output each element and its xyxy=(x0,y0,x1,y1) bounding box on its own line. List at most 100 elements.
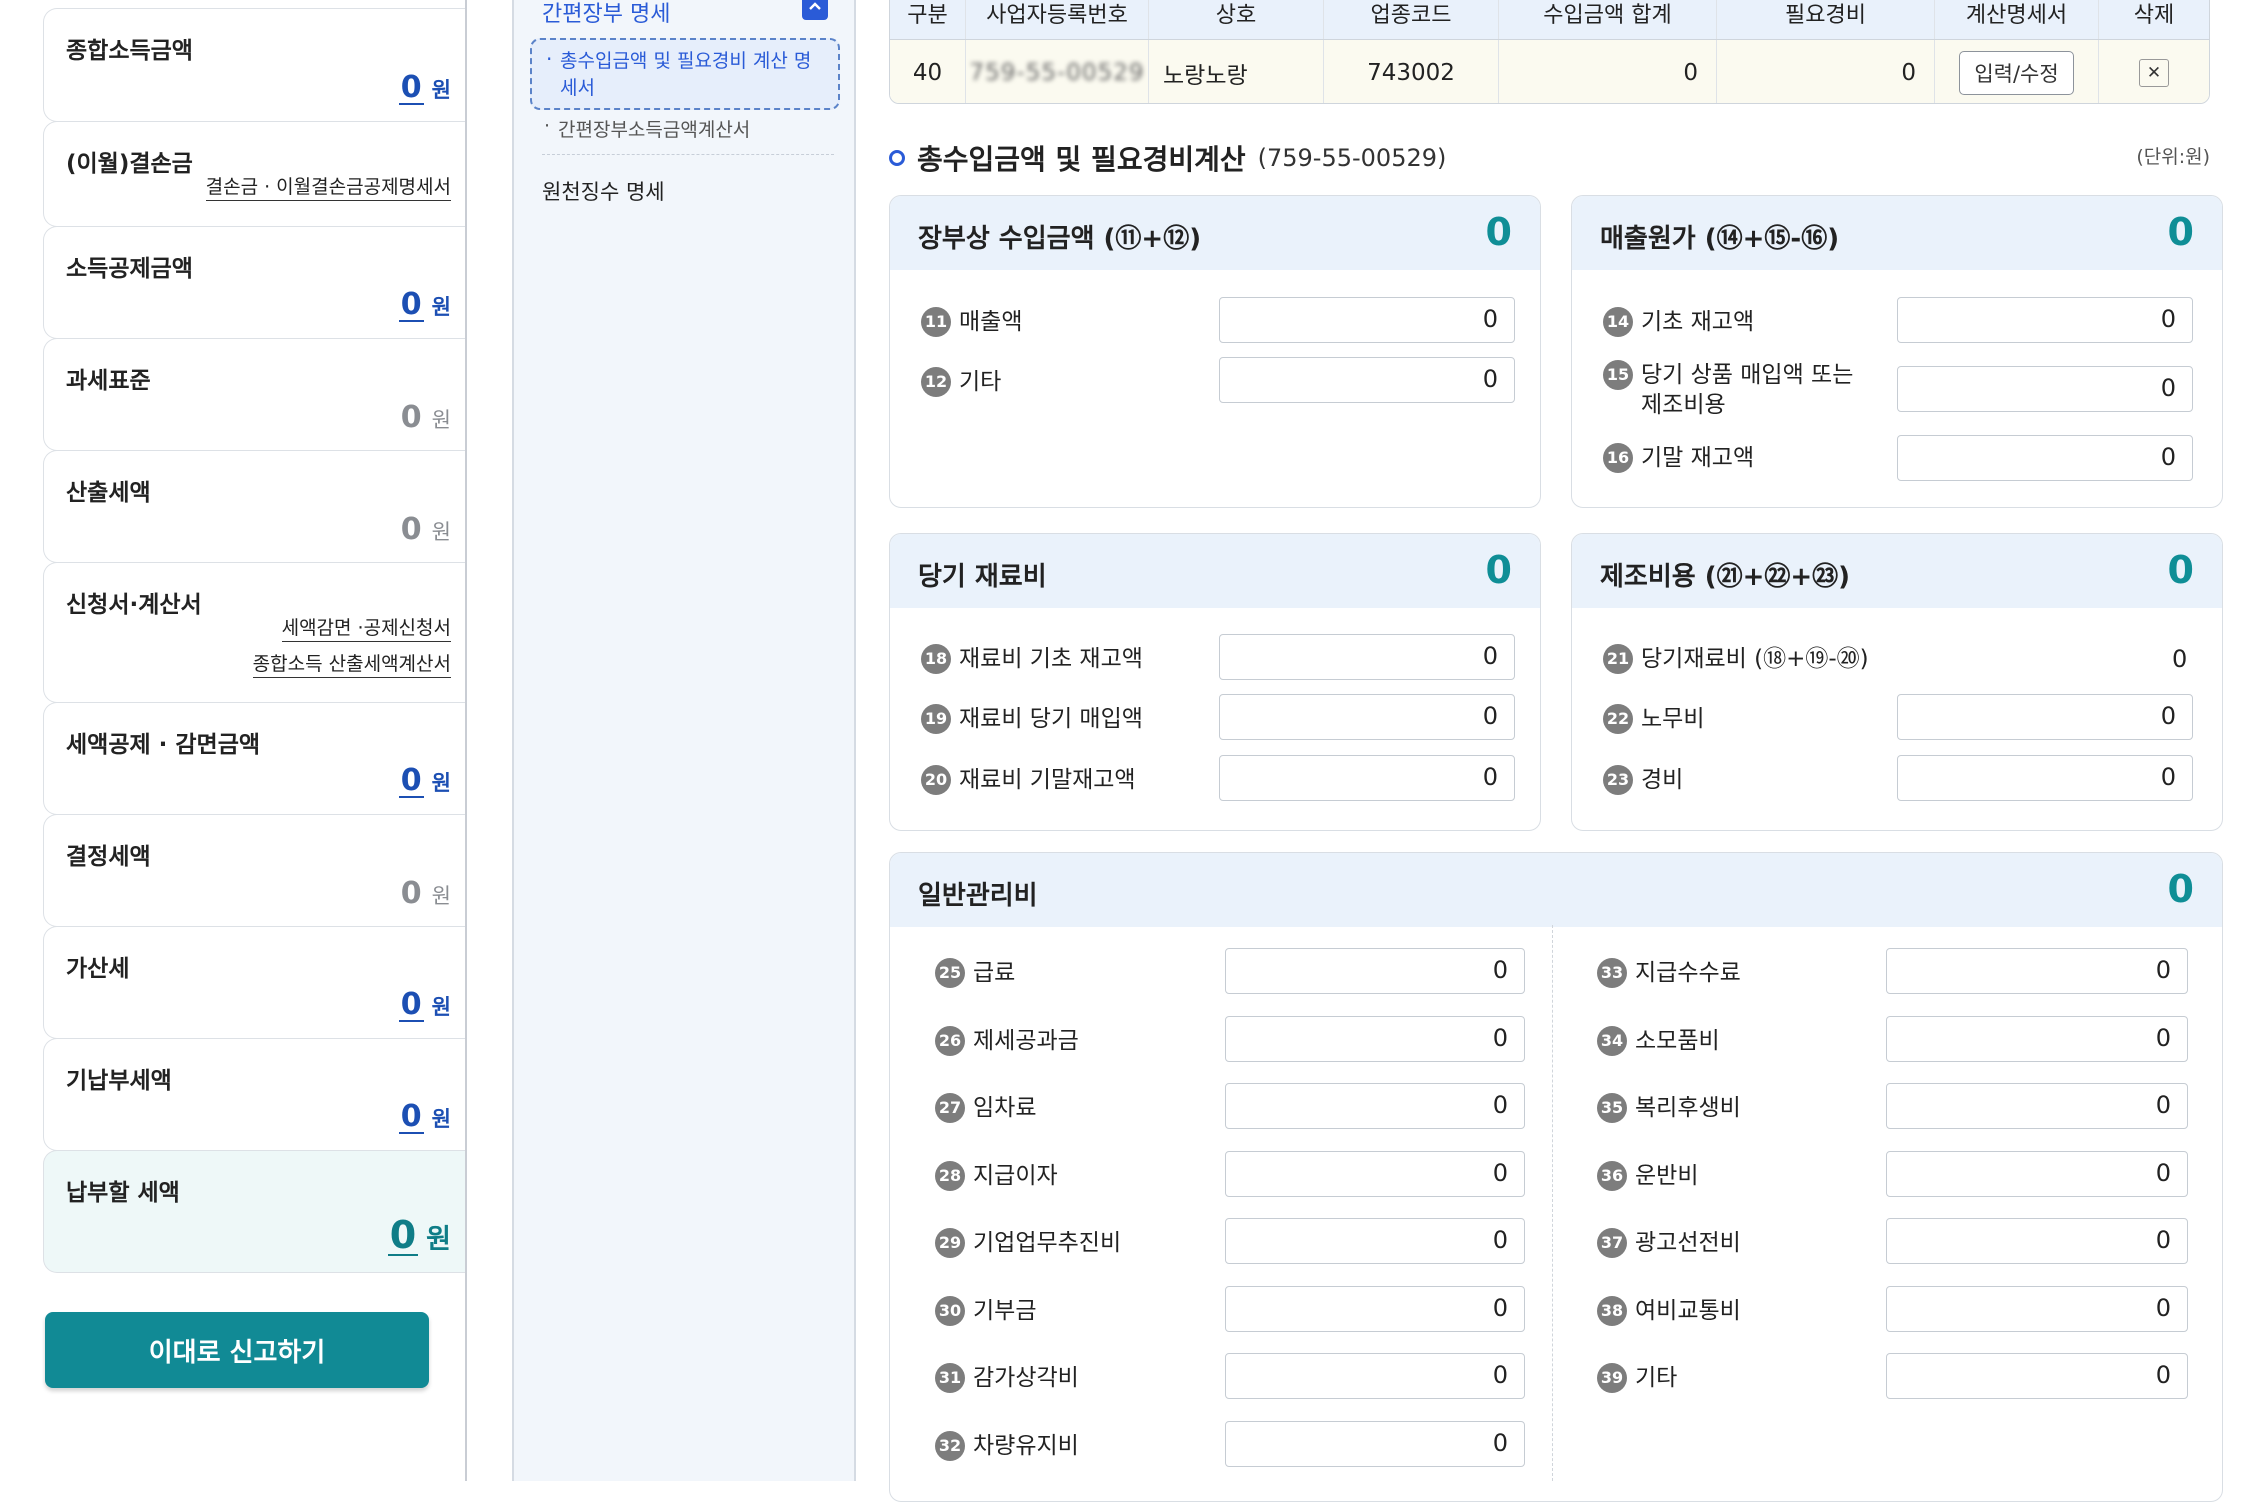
summary-label: 가산세 xyxy=(66,956,130,982)
loss-statement-link[interactable]: 결손금 · 이월결손금공제명세서 xyxy=(205,176,451,201)
unit-label: 원 xyxy=(431,408,451,432)
row-label-depreciation: 31 감가상각비 xyxy=(935,1363,1079,1393)
row-label-labor: 22 노무비 xyxy=(1603,704,1704,734)
tax-base-value: 0 xyxy=(400,400,422,435)
number-badge: 39 xyxy=(1597,1363,1627,1393)
nav-section-header[interactable]: 간편장부 명세 xyxy=(542,0,670,28)
material-ending-input[interactable]: 0 xyxy=(1219,755,1515,801)
salary-input[interactable]: 0 xyxy=(1225,948,1525,994)
unit-label: 원 xyxy=(431,1107,451,1131)
column-header: 계산명세서 xyxy=(1935,0,2099,39)
vehicle-input[interactable]: 0 xyxy=(1225,1421,1525,1467)
welfare-input[interactable]: 0 xyxy=(1886,1083,2188,1129)
nav-item-simple-book-income[interactable]: 간편장부소득금액계산서 xyxy=(544,115,750,142)
taxes-dues-input[interactable]: 0 xyxy=(1225,1016,1525,1062)
fees-input[interactable]: 0 xyxy=(1886,948,2188,994)
nav-item-withholding[interactable]: 원천징수 명세 xyxy=(542,176,665,206)
card-total: 0 xyxy=(1485,210,1512,254)
submit-report-button[interactable]: 이대로 신고하기 xyxy=(45,1312,429,1388)
row-label-rent: 27 임차료 xyxy=(935,1093,1036,1123)
close-icon[interactable]: ✕ xyxy=(2139,58,2169,87)
tax-credit-value[interactable]: 0 xyxy=(398,766,424,798)
number-badge: 25 xyxy=(935,958,965,988)
summary-label: 산출세액 xyxy=(66,480,151,506)
label-text: 급료 xyxy=(973,960,1016,986)
label-text: 매출액 xyxy=(959,309,1023,335)
labor-input[interactable]: 0 xyxy=(1897,694,2193,740)
row-label-beginning-inventory: 14 기초 재고액 xyxy=(1603,307,1754,337)
nav-item-income-expense-statement[interactable]: 총수입금액 및 필요경비 계산 명세서 xyxy=(530,38,840,110)
summary-label: 소득공제금액 xyxy=(66,256,193,282)
column-header: 사업자등록번호 xyxy=(966,0,1149,39)
card-header: 당기 재료비 0 xyxy=(890,534,1540,608)
summary-label: (이월)결손금 xyxy=(66,151,193,177)
purchases-input[interactable]: 0 xyxy=(1897,366,2193,412)
total-income-value[interactable]: 0 xyxy=(398,73,424,105)
summary-label: 납부할 세액 xyxy=(66,1180,180,1206)
row-label-ending-inventory: 16 기말 재고액 xyxy=(1603,443,1754,473)
depreciation-input[interactable]: 0 xyxy=(1225,1353,1525,1399)
ending-inventory-input[interactable]: 0 xyxy=(1897,435,2193,481)
calculated-tax-statement-link[interactable]: 종합소득 산출세액계산서 xyxy=(252,653,451,678)
label-text: 기부금 xyxy=(973,1298,1037,1324)
beginning-inventory-input[interactable]: 0 xyxy=(1897,297,2193,343)
summary-label: 신청서·계산서 xyxy=(66,592,202,618)
row-statement: 입력/수정 xyxy=(1935,40,2099,103)
current-materials-value: 0 xyxy=(2172,645,2188,673)
column-header: 삭제 xyxy=(2133,3,2175,28)
summary-income-deduction: 소득공제금액 0 원 xyxy=(43,226,465,339)
card-header: 제조비용 (㉑+㉒+㉓) 0 xyxy=(1572,534,2222,608)
income-deduction-value[interactable]: 0 xyxy=(398,290,424,322)
summary-loss: (이월)결손금 결손금 · 이월결손금공제명세서 xyxy=(43,121,465,227)
tax-reduction-form-link[interactable]: 세액감면 ·공제신청서 xyxy=(281,617,451,642)
label-text: 여비교통비 xyxy=(1635,1298,1741,1324)
column-divider xyxy=(1552,925,1553,1481)
number-badge: 37 xyxy=(1597,1228,1627,1258)
advertising-input[interactable]: 0 xyxy=(1886,1218,2188,1264)
material-purchase-input[interactable]: 0 xyxy=(1219,694,1515,740)
label-text: 노무비 xyxy=(1641,706,1705,732)
label-text: 당기재료비 (⑱+⑲-⑳) xyxy=(1641,646,1869,672)
number-badge: 38 xyxy=(1597,1296,1627,1326)
rent-input[interactable]: 0 xyxy=(1225,1083,1525,1129)
row-label-sales: 11 매출액 xyxy=(921,307,1022,337)
row-label-welfare: 35 복리후생비 xyxy=(1597,1093,1741,1123)
chevron-up-icon[interactable] xyxy=(802,0,828,20)
summary-value: 0 원 xyxy=(399,515,451,546)
card-title: 제조비용 (㉑+㉒+㉓) xyxy=(1600,562,1851,592)
row-business-name: 노랑노랑 xyxy=(1149,40,1324,103)
other-income-input[interactable]: 0 xyxy=(1219,357,1515,403)
row-label-purchases: 15 당기 상품 매입액 또는 제조비용 xyxy=(1603,360,1853,420)
sales-input[interactable]: 0 xyxy=(1219,297,1515,343)
row-label-freight: 36 운반비 xyxy=(1597,1161,1698,1191)
summary-tax-credit: 세액공제 · 감면금액 0 원 xyxy=(43,702,465,815)
row-label-salary: 25 급료 xyxy=(935,958,1015,988)
supplies-input[interactable]: 0 xyxy=(1886,1016,2188,1062)
entertainment-input[interactable]: 0 xyxy=(1225,1218,1525,1264)
freight-input[interactable]: 0 xyxy=(1886,1151,2188,1197)
overhead-input[interactable]: 0 xyxy=(1897,755,2193,801)
label-text: 기초 재고액 xyxy=(1641,309,1755,335)
section-reg-no: (759-55-00529) xyxy=(1257,144,1447,172)
row-label-material-purchase: 19 재료비 당기 매입액 xyxy=(921,704,1143,734)
prepaid-value[interactable]: 0 xyxy=(398,1102,424,1134)
card-book-income: 장부상 수입금액 (⑪+⑫) 0 xyxy=(889,195,1541,508)
number-badge: 18 xyxy=(921,644,951,674)
interest-input[interactable]: 0 xyxy=(1225,1151,1525,1197)
penalty-value[interactable]: 0 xyxy=(398,990,424,1022)
row-label-admin-other: 39 기타 xyxy=(1597,1363,1677,1393)
label-text: 감가상각비 xyxy=(973,1365,1079,1391)
label-text: 당기 상품 매입액 또는 제조비용 xyxy=(1641,360,1853,420)
unit-label: 원 xyxy=(431,78,451,102)
material-beginning-input[interactable]: 0 xyxy=(1219,634,1515,680)
edit-statement-button[interactable]: 입력/수정 xyxy=(1959,50,2074,95)
number-badge: 34 xyxy=(1597,1026,1627,1056)
label-text: 지급이자 xyxy=(973,1163,1058,1189)
admin-other-input[interactable]: 0 xyxy=(1886,1353,2188,1399)
travel-input[interactable]: 0 xyxy=(1886,1286,2188,1332)
section-title-text: 총수입금액 및 필요경비계산 xyxy=(917,143,1246,176)
summary-prepaid: 기납부세액 0 원 xyxy=(43,1038,465,1151)
number-badge: 29 xyxy=(935,1228,965,1258)
number-badge: 22 xyxy=(1603,704,1633,734)
donations-input[interactable]: 0 xyxy=(1225,1286,1525,1332)
